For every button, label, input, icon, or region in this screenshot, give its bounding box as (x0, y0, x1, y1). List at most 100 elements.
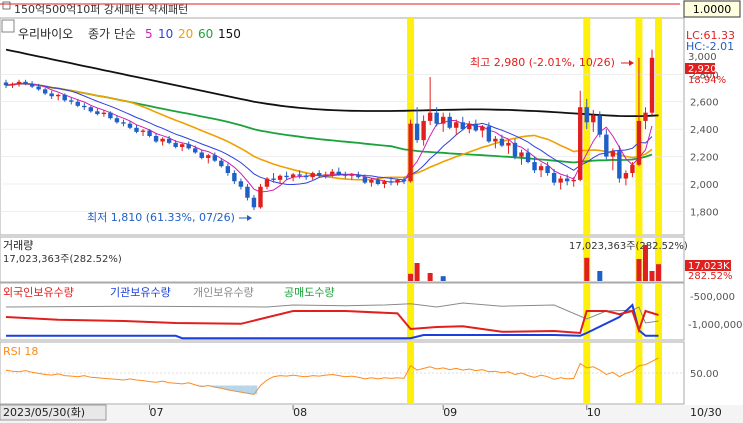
ma60-label: 60 (198, 27, 213, 41)
candle-body (75, 101, 80, 106)
candle-body (532, 162, 537, 171)
candle-body (630, 164, 635, 174)
candle-body (238, 181, 244, 187)
candle-body (42, 89, 48, 94)
volume-bar (656, 264, 662, 281)
candle-body (127, 123, 133, 128)
candle-body (551, 173, 557, 183)
candle-body (597, 115, 602, 135)
retail-holding-label: 개인보유수량 (193, 286, 254, 299)
candle-body (251, 197, 257, 208)
candle-body (578, 107, 583, 180)
month-label: 10 (587, 406, 601, 419)
candle-body (388, 181, 394, 183)
candle-body (36, 86, 41, 90)
candle-body (108, 112, 113, 119)
candle-body (69, 100, 74, 102)
rsi-tick: 50.00 (690, 369, 719, 380)
x-axis-start: 2023/05/30(화) (3, 406, 85, 419)
ma150-label: 150 (218, 27, 241, 41)
candle-body (264, 178, 270, 187)
candle-body (395, 179, 400, 183)
candle-body (519, 152, 524, 157)
candle-body (245, 186, 250, 198)
candle-body (473, 123, 479, 131)
candle-body (414, 123, 420, 141)
candle-body (499, 138, 505, 146)
candle-body (95, 111, 100, 115)
candle-body (460, 122, 465, 130)
flow-tick-1: -500,000 (690, 292, 735, 303)
ma5-label: 5 (145, 27, 153, 41)
candle-body (271, 178, 276, 180)
rsi-oversold-fill (237, 385, 245, 393)
candle-body (134, 127, 139, 132)
candle-body (564, 178, 570, 182)
candle-body (3, 82, 9, 86)
candle-body (343, 174, 348, 176)
candle-body (290, 174, 296, 178)
candle-body (356, 174, 361, 178)
volume-title: 거래량 (3, 239, 33, 252)
candle-body (82, 105, 87, 108)
volume-max-annotation: 17,023,363주(282.52%) (569, 241, 688, 252)
ma-title: 종가 단순 (88, 27, 136, 41)
candle-body (349, 174, 355, 176)
candle-body (317, 173, 322, 176)
foreign-holding-label: 외국인보유수량 (3, 286, 74, 299)
candle-body (56, 94, 61, 97)
candle-body (147, 130, 152, 136)
panel-toggle-icon[interactable] (2, 1, 11, 10)
candle-body (88, 107, 94, 112)
candle-body (617, 151, 622, 179)
rsi-oversold-fill (250, 385, 258, 395)
rsi-oversold-fill (244, 385, 251, 394)
candle-body (303, 175, 309, 178)
rsi-oversold-fill (218, 385, 225, 389)
candle-body (440, 116, 446, 124)
candle-body (375, 179, 381, 184)
month-label: 07 (150, 406, 164, 419)
candle-body (212, 155, 218, 161)
candle-body (277, 175, 283, 180)
volume-bar (427, 273, 433, 281)
signal-band (655, 283, 663, 340)
candle-body (571, 179, 576, 182)
volume-bar (440, 276, 446, 281)
signal-band (407, 283, 415, 340)
candle-body (330, 171, 335, 175)
x-axis-end: 10/30 (690, 406, 722, 419)
candle-body (512, 142, 518, 157)
rsi-oversold-fill (198, 385, 206, 387)
candle (649, 49, 655, 116)
candle-body (140, 130, 146, 132)
short-selling-label: 공매도수량 (284, 286, 335, 299)
candle-body (434, 112, 439, 124)
candle-body (16, 81, 22, 84)
price-tick-label: 1,800 (690, 207, 719, 218)
price-tick-label: 2,600 (690, 98, 719, 109)
rsi-title: RSI 18 (3, 345, 38, 358)
current-pct: 18.94% (688, 75, 726, 86)
candle-body (362, 177, 368, 183)
candle-body (382, 181, 387, 184)
price-tick-label: 2,000 (690, 180, 719, 191)
candle-body (467, 123, 472, 130)
candle-body (623, 173, 629, 179)
panel-collapse-icon[interactable] (1, 19, 15, 33)
candle-body (323, 174, 328, 176)
candle-body (121, 122, 126, 124)
candle-body (49, 93, 54, 97)
rsi-oversold-fill (211, 385, 219, 388)
candle-body (166, 138, 172, 143)
volume-bar (642, 245, 648, 281)
candle-body (591, 115, 596, 123)
rsi-oversold-fill (224, 385, 232, 390)
volume-bar (584, 257, 590, 281)
candle-body (427, 112, 433, 121)
candle-body (186, 144, 191, 149)
candle-body (284, 175, 289, 178)
candle-body (310, 173, 315, 178)
candle-body (199, 152, 204, 158)
candle-body (401, 179, 407, 182)
